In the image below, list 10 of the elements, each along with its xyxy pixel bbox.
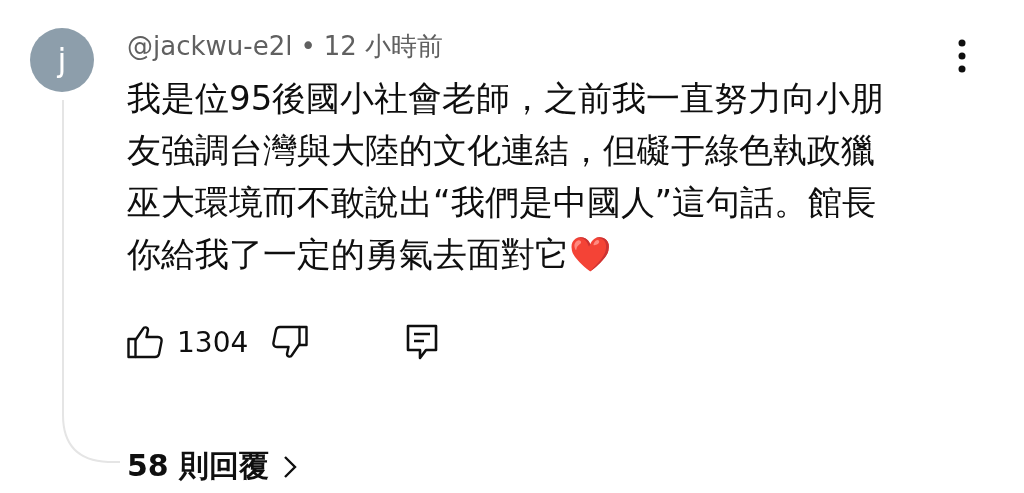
dislike-icon[interactable] [272,325,309,359]
replies-link[interactable]: 58 則回覆 [127,446,270,487]
like-icon[interactable] [127,325,163,359]
reply-icon[interactable] [406,324,439,360]
separator-dot: • [300,31,316,61]
chevron-right-icon[interactable] [283,454,298,479]
comment-text: 我是位95後國小社會老師，之前我一直努力向小朋友強調台灣與大陸的文化連結，但礙于綠色執政獵巫大環境而不敢說出“我們是中國人”這句話。館長你給我了一定的勇氣去面對它❤ [127,78,885,274]
comment-time: 12 小時前 [323,29,444,63]
like-count: 1304 [177,325,249,359]
comment-author[interactable]: @jackwu-e2l [127,31,293,61]
